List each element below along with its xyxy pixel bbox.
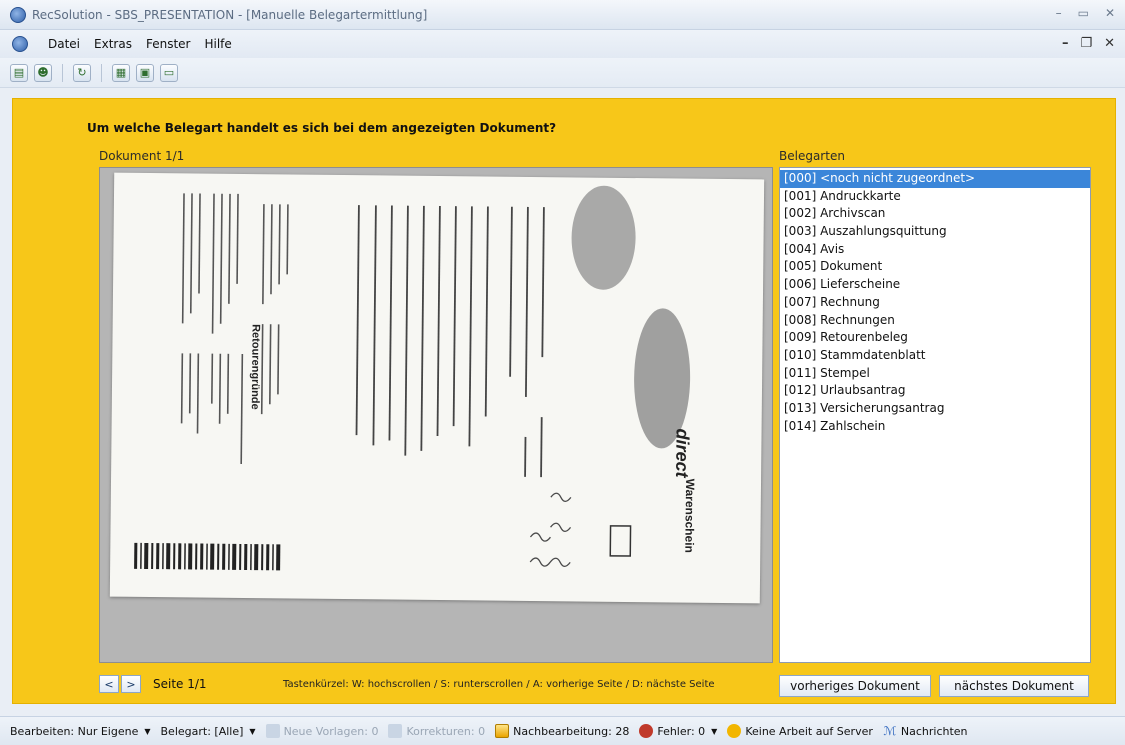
chevron-down-icon: ▼: [249, 726, 256, 736]
minimize-icon[interactable]: –: [1056, 6, 1062, 20]
toolbar-separator: [62, 63, 63, 82]
belegart-dropdown[interactable]: Belegart: [Alle] ▼: [161, 725, 256, 738]
page-navigation: < > Seite 1/1: [99, 675, 207, 693]
title-bar: RecSolution - SBS_PRESENTATION - [Manuel…: [0, 0, 1125, 30]
refresh-icon[interactable]: ↻: [73, 63, 91, 82]
nachrichten-label: Nachrichten: [900, 724, 968, 738]
user-icon[interactable]: ☻: [34, 63, 52, 82]
belegart-item[interactable]: [010] Stammdatenblatt: [780, 347, 1090, 365]
bearbeiten-dropdown[interactable]: Bearbeiten: Nur Eigene ▼: [10, 725, 151, 738]
belegart-item[interactable]: [006] Lieferscheine: [780, 276, 1090, 294]
document-viewer[interactable]: Warenschein direct Retourengründe: [99, 167, 773, 663]
menu-fenster[interactable]: Fenster: [146, 37, 191, 51]
document-label: Dokument 1/1: [99, 149, 185, 163]
nachrichten-status[interactable]: ℳ Nachrichten: [883, 724, 968, 738]
belegart-item[interactable]: [004] Avis: [780, 241, 1090, 259]
neue-vorlagen-label: Neue Vorlagen: 0: [283, 724, 379, 738]
scanned-document-image: Warenschein direct Retourengründe: [134, 185, 697, 571]
mdi-minimize-icon[interactable]: –: [1062, 36, 1069, 51]
fehler-status[interactable]: Fehler: 0 ▼: [639, 724, 717, 738]
document-section-text: Retourengründe: [249, 324, 262, 410]
window-icon[interactable]: ▭: [160, 63, 178, 82]
belegart-item[interactable]: [000] <noch nicht zugeordnet>: [780, 170, 1090, 188]
chevron-down-icon: ▼: [711, 726, 718, 736]
belegart-item[interactable]: [002] Archivscan: [780, 205, 1090, 223]
window-title: RecSolution - SBS_PRESENTATION - [Manuel…: [32, 7, 428, 22]
belegart-item[interactable]: [001] Andruckkarte: [780, 188, 1090, 206]
belegart-item[interactable]: [008] Rechnungen: [780, 312, 1090, 330]
belegart-filter-label: Belegart: [Alle]: [160, 724, 244, 738]
mdi-controls: – ❐ ✕: [1062, 36, 1115, 51]
correction-icon: [388, 724, 403, 738]
belegart-item[interactable]: [014] Zahlschein: [780, 418, 1090, 436]
toolbar-separator: [101, 63, 102, 82]
server-status: Keine Arbeit auf Server: [727, 724, 873, 738]
belegart-item[interactable]: [011] Stempel: [780, 365, 1090, 383]
scanned-document: Warenschein direct Retourengründe: [109, 172, 765, 604]
previous-document-button[interactable]: vorheriges Dokument: [779, 675, 931, 697]
fehler-label: Fehler: 0: [657, 724, 706, 738]
app-icon: [10, 6, 26, 23]
belegart-item[interactable]: [007] Rechnung: [780, 294, 1090, 312]
server-icon: [727, 724, 742, 738]
menu-extras[interactable]: Extras: [94, 37, 132, 51]
next-document-button[interactable]: nächstes Dokument: [939, 675, 1089, 697]
message-icon: ℳ: [883, 724, 897, 738]
status-bar: Bearbeiten: Nur Eigene ▼ Belegart: [Alle…: [0, 716, 1125, 745]
main-panel: Um welche Belegart handelt es sich bei d…: [12, 98, 1116, 704]
previous-page-button[interactable]: <: [99, 675, 119, 693]
nachbearbeitung-status[interactable]: Nachbearbeitung: 28: [495, 724, 629, 738]
next-page-button[interactable]: >: [121, 675, 141, 693]
belegart-item[interactable]: [013] Versicherungsantrag: [780, 400, 1090, 418]
rework-icon: [495, 724, 510, 738]
korrekturen-status[interactable]: Korrekturen: 0: [388, 724, 485, 738]
belegart-item[interactable]: [012] Urlaubsantrag: [780, 382, 1090, 400]
mdi-close-icon[interactable]: ✕: [1104, 36, 1115, 51]
belegarten-label: Belegarten: [779, 149, 845, 163]
shortcut-hints: Tastenkürzel: W: hochscrollen / S: runte…: [283, 679, 715, 690]
menu-datei[interactable]: Datei: [48, 37, 80, 51]
menu-hilfe[interactable]: Hilfe: [204, 37, 231, 51]
template-icon: [265, 724, 280, 738]
belegart-item[interactable]: [005] Dokument: [780, 258, 1090, 276]
error-icon: [639, 724, 654, 738]
toolbar: ▤ ☻ ↻ ▦ ▣ ▭: [0, 58, 1125, 88]
belegart-item[interactable]: [003] Auszahlungsquittung: [780, 223, 1090, 241]
close-icon[interactable]: ✕: [1105, 6, 1115, 20]
belegart-item[interactable]: [009] Retourenbeleg: [780, 329, 1090, 347]
document-brand-text: direct: [672, 428, 693, 478]
server-status-label: Keine Arbeit auf Server: [745, 724, 873, 738]
bearbeiten-label: Bearbeiten: Nur Eigene: [10, 724, 139, 738]
chevron-down-icon: ▼: [144, 726, 151, 736]
menu-bar: Datei Extras Fenster Hilfe – ❐ ✕: [0, 30, 1125, 58]
document-title-text: Warenschein: [682, 479, 697, 553]
document-icon[interactable]: ▤: [10, 63, 28, 82]
image-icon[interactable]: ▣: [136, 63, 154, 82]
app-icon[interactable]: [12, 36, 28, 52]
mdi-restore-icon[interactable]: ❐: [1080, 36, 1092, 51]
scan-icon[interactable]: ▦: [112, 63, 130, 82]
window-controls: – ▭ ✕: [1056, 6, 1115, 20]
belegarten-list[interactable]: [000] <noch nicht zugeordnet> [001] Andr…: [779, 167, 1091, 663]
page-indicator: Seite 1/1: [153, 677, 207, 691]
korrekturen-label: Korrekturen: 0: [406, 724, 486, 738]
maximize-icon[interactable]: ▭: [1078, 6, 1089, 20]
neue-vorlagen-status[interactable]: Neue Vorlagen: 0: [265, 724, 379, 738]
nachbearbeitung-label: Nachbearbeitung: 28: [513, 724, 630, 738]
question-heading: Um welche Belegart handelt es sich bei d…: [87, 121, 557, 135]
